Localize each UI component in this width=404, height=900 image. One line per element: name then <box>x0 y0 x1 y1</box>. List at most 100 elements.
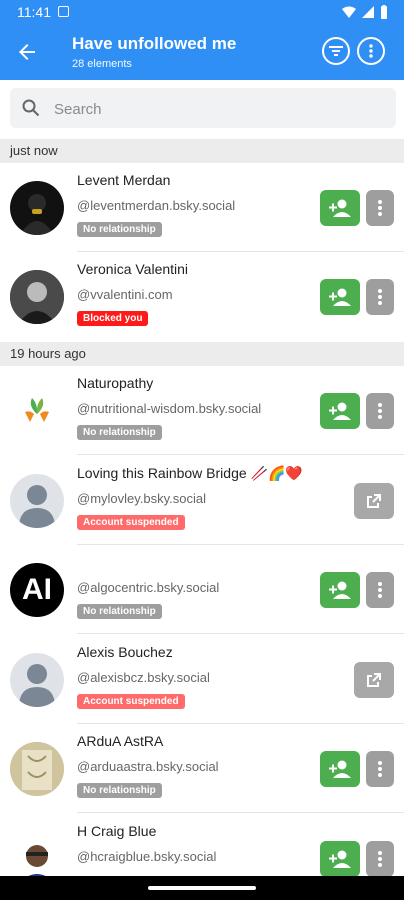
item-menu-button[interactable] <box>366 190 394 226</box>
person-add-icon <box>329 760 351 778</box>
default-avatar-icon <box>19 485 55 528</box>
wifi-icon <box>342 6 356 18</box>
status-badge: No relationship <box>77 783 162 798</box>
follow-button[interactable] <box>320 190 360 226</box>
carrot-leaf-logo-icon <box>25 398 49 422</box>
item-menu-button[interactable] <box>366 751 394 787</box>
more-vertical-icon <box>378 403 382 419</box>
open-profile-button[interactable] <box>354 483 394 519</box>
more-options-button[interactable] <box>357 37 385 65</box>
follow-button[interactable] <box>320 751 360 787</box>
user-name: H Craig Blue <box>77 823 157 839</box>
status-badge: Account suspended <box>77 515 185 530</box>
user-handle: @arduaastra.bsky.social <box>77 759 219 774</box>
more-vertical-icon <box>378 761 382 777</box>
user-name: Alexis Bouchez <box>77 644 173 660</box>
user-name: Levent Merdan <box>77 172 171 188</box>
list-item[interactable]: Levent Merdan @leventmerdan.bsky.social … <box>0 164 404 252</box>
filter-icon <box>329 46 343 56</box>
person-silhouette-icon <box>20 194 54 235</box>
user-handle: @vvalentini.com <box>77 287 173 302</box>
divider <box>77 633 404 634</box>
user-name: Veronica Valentini <box>77 261 189 277</box>
more-vertical-icon <box>378 851 382 867</box>
status-badge: Account suspended <box>77 694 185 709</box>
avatar <box>10 653 64 707</box>
artwork-avatar-icon <box>10 742 64 796</box>
item-menu-button[interactable] <box>366 841 394 876</box>
follow-button[interactable] <box>320 393 360 429</box>
section-header: just now <box>0 139 404 163</box>
status-icons <box>342 5 388 19</box>
divider <box>77 454 404 455</box>
list-item[interactable]: H Craig Blue @hcraigblue.bsky.social <box>0 815 404 876</box>
user-name: ARduA AstRA <box>77 733 164 749</box>
person-add-icon <box>329 850 351 868</box>
status-badge: No relationship <box>77 222 162 237</box>
element-count: 28 elements <box>72 58 132 70</box>
section-label: just now <box>10 143 58 158</box>
more-vertical-icon <box>378 200 382 216</box>
search-input[interactable] <box>52 96 376 122</box>
notification-icon <box>58 6 69 17</box>
user-handle: @alexisbcz.bsky.social <box>77 670 210 685</box>
divider <box>77 812 404 813</box>
user-handle: @algocentric.bsky.social <box>77 580 220 595</box>
avatar <box>10 742 64 796</box>
list-item[interactable]: Loving this Rainbow Bridge 🥢🌈❤️ @mylovle… <box>0 457 404 545</box>
user-name: Loving this Rainbow Bridge 🥢🌈❤️ <box>77 465 303 481</box>
person-add-icon <box>329 199 351 217</box>
back-button[interactable] <box>15 40 39 64</box>
follow-button[interactable] <box>320 572 360 608</box>
person-photo-icon <box>26 845 48 876</box>
person-add-icon <box>329 581 351 599</box>
status-time: 11:41 <box>17 4 51 20</box>
status-badge: Blocked you <box>77 311 149 326</box>
divider <box>77 544 404 545</box>
more-vertical-icon <box>378 289 382 305</box>
avatar <box>10 474 64 528</box>
user-handle: @leventmerdan.bsky.social <box>77 198 236 213</box>
item-menu-button[interactable] <box>366 572 394 608</box>
list-item[interactable]: AI @algocentric.bsky.social No relations… <box>0 546 404 634</box>
person-add-icon <box>329 402 351 420</box>
status-bar: 11:41 <box>0 0 404 24</box>
avatar <box>10 181 64 235</box>
follow-button[interactable] <box>320 841 360 876</box>
person-add-icon <box>329 288 351 306</box>
default-avatar-icon <box>19 664 55 707</box>
list-item[interactable]: Alexis Bouchez @alexisbcz.bsky.social Ac… <box>0 636 404 724</box>
user-handle: @mylovley.bsky.social <box>77 491 207 506</box>
divider <box>77 723 404 724</box>
search-bar <box>10 88 396 128</box>
home-gesture-handle[interactable] <box>148 886 256 890</box>
list-item[interactable]: ARduA AstRA @arduaastra.bsky.social No r… <box>0 725 404 813</box>
avatar-text: AI <box>22 573 52 606</box>
more-vertical-icon <box>369 44 373 58</box>
person-photo-icon <box>10 270 64 324</box>
avatar <box>10 384 64 438</box>
avatar <box>10 832 64 876</box>
arrow-left-icon <box>19 44 35 60</box>
filter-button[interactable] <box>322 37 350 65</box>
user-name: Naturopathy <box>77 375 154 391</box>
signal-icon <box>362 6 374 18</box>
section-label: 19 hours ago <box>10 346 86 361</box>
status-badge: No relationship <box>77 425 162 440</box>
app-bar: Have unfollowed me 28 elements <box>0 24 404 80</box>
status-badge: No relationship <box>77 604 162 619</box>
section-header: 19 hours ago <box>0 342 404 366</box>
open-external-icon <box>367 673 381 687</box>
open-profile-button[interactable] <box>354 662 394 698</box>
item-menu-button[interactable] <box>366 279 394 315</box>
list-item[interactable]: Naturopathy @nutritional-wisdom.bsky.soc… <box>0 367 404 455</box>
item-menu-button[interactable] <box>366 393 394 429</box>
avatar: AI <box>10 563 64 617</box>
user-handle: @nutritional-wisdom.bsky.social <box>77 401 262 416</box>
list-item[interactable]: Veronica Valentini @vvalentini.com Block… <box>0 253 404 341</box>
user-handle: @hcraigblue.bsky.social <box>77 849 217 864</box>
follow-button[interactable] <box>320 279 360 315</box>
battery-icon <box>381 5 387 19</box>
divider <box>77 251 404 252</box>
avatar <box>10 270 64 324</box>
